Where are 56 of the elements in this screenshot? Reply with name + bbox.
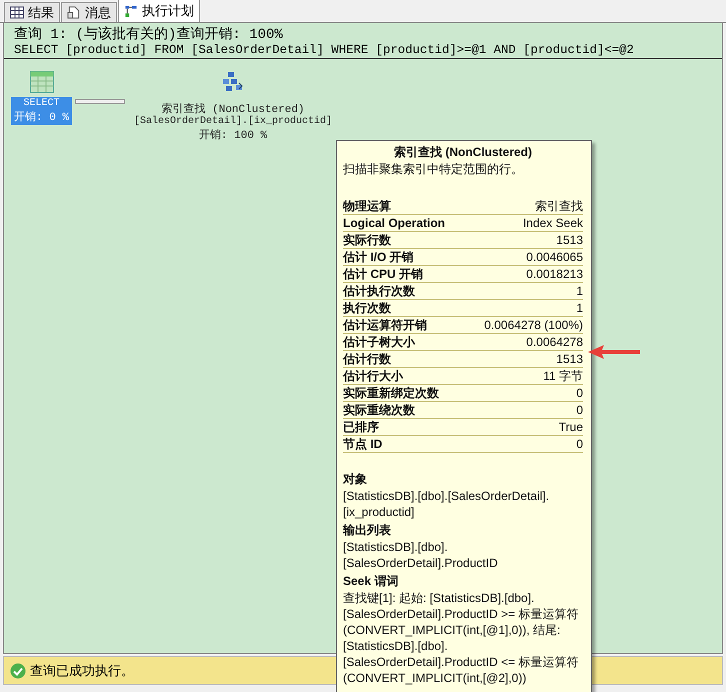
plan-icon [124, 4, 138, 18]
property-value: 1 [576, 283, 583, 299]
node-title: SELECT [22, 98, 61, 109]
section-heading: 对象 [343, 471, 368, 488]
status-message: 查询已成功执行。 [30, 662, 134, 680]
property-value: 索引查找 [535, 198, 583, 214]
property-value: 1 [576, 300, 583, 316]
node-cost: 开销: 0 % [14, 110, 70, 124]
index-seek-icon [222, 71, 244, 93]
property-name: 估计运算符开销 [343, 317, 427, 333]
node-object: [SalesOrderDetail].[ix_productid] [134, 116, 332, 127]
node-title: 索引查找 (NonClustered) [162, 102, 305, 116]
property-value: 0 [576, 385, 583, 401]
property-name: 实际重新绑定次数 [343, 385, 439, 401]
node-cost: 开销: 100 % [198, 128, 268, 142]
section-text: [StatisticsDB].[dbo].[SalesOrderDetail].[ix_productid] [343, 488, 550, 520]
query-header: 查询 1: (与该批有关的)查询开销: 100% [14, 25, 284, 43]
section-text: [StatisticsDB].[dbo].[SalesOrderDetail].ProductID [343, 539, 499, 571]
section-heading: 输出列表 [343, 522, 392, 539]
success-check-icon [10, 662, 26, 678]
property-name: 估计行数 [343, 351, 391, 367]
property-name: 节点 ID [343, 436, 382, 452]
property-value: 0.0064278 [526, 334, 583, 350]
property-value: True [558, 419, 583, 435]
tab[interactable]: 结果 [4, 2, 60, 22]
property-value: 0.0064278 (100%) [484, 317, 583, 333]
tooltip-title: 索引查找 (NonClustered) [393, 144, 533, 161]
property-name: 执行次数 [343, 300, 391, 316]
tooltip-description: 扫描非聚集索引中特定范围的行。 [343, 161, 524, 178]
property-name: 估计 I/O 开销 [343, 249, 414, 265]
property-value: 0 [576, 402, 583, 418]
grid-icon [10, 6, 24, 19]
document-icon [67, 6, 81, 19]
property-value: 0 [576, 436, 583, 452]
arrow-annotation [588, 345, 640, 359]
property-value: 11 字节 [543, 368, 583, 384]
property-value: 1513 [556, 351, 583, 367]
table-icon [30, 71, 54, 93]
property-value: Index Seek [522, 215, 583, 231]
property-value: 0.0018213 [526, 266, 583, 282]
property-name: 估计执行次数 [343, 283, 415, 299]
property-name: 估计子树大小 [343, 334, 415, 350]
property-value: 1513 [556, 232, 583, 248]
property-name: 已排序 [343, 419, 379, 435]
property-name: Logical Operation [343, 215, 446, 231]
query-sql: SELECT [productid] FROM [SalesOrderDetail] WHERE [productid]>=@1 AND [productid]<=@2 [14, 43, 635, 57]
property-name: 估计行大小 [343, 368, 403, 384]
tab[interactable]: 消息 [61, 2, 117, 22]
property-value: 0.0046065 [526, 249, 583, 265]
section-heading: Seek 谓词 [343, 573, 400, 590]
property-name: 实际重绕次数 [343, 402, 415, 418]
property-name: 估计 CPU 开销 [343, 266, 424, 282]
section-text: 查找键[1]: 起始: [StatisticsDB].[dbo].[SalesOrderDetail].ProductID >= 标量运算符(CONVERT_IMPLICIT(int,[@1],0)), 结尾: [StatisticsDB].[dbo].[SalesOrderDetail].ProductID <= 标量运算符(CONVERT_IMPLICIT(int,[@2],0)) [343, 590, 580, 686]
property-name: 物理运算 [343, 198, 391, 214]
tab[interactable]: 执行计划 [118, 0, 200, 22]
property-name: 实际行数 [343, 232, 391, 248]
